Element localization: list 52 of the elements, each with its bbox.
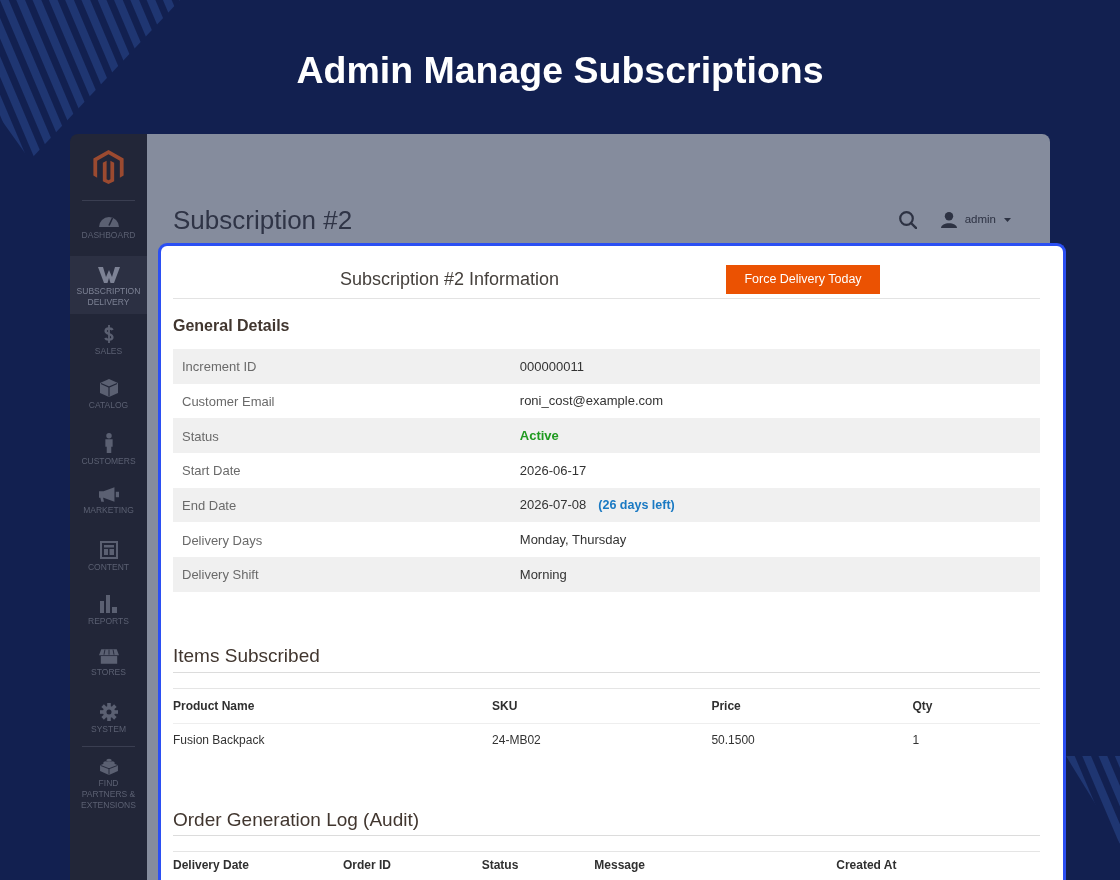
field-label: Status: [182, 428, 219, 444]
column-header: Product Name: [173, 698, 255, 713]
banner-title: Admin Manage Subscriptions: [296, 49, 824, 91]
person-icon: [103, 433, 114, 453]
field-value: 2026-06-17: [519, 461, 587, 480]
column-header: Delivery Date: [173, 858, 250, 873]
sidebar-item[interactable]: MARKETING: [70, 476, 147, 530]
column-header: Created At: [836, 858, 897, 873]
search-icon[interactable]: [898, 211, 917, 229]
item-value: 50.1500: [711, 733, 755, 748]
field-value: 2026-07-08: [519, 496, 587, 515]
user-icon: [940, 212, 957, 228]
field-value: Monday, Thursday: [519, 531, 627, 550]
item-value: 1: [912, 733, 920, 748]
dollar-icon: [102, 325, 115, 343]
field-label: Customer Email: [182, 394, 275, 410]
item-value: Fusion Backpack: [173, 733, 265, 748]
column-header: SKU: [492, 698, 518, 713]
force-delivery-button[interactable]: Force Delivery Today: [726, 265, 880, 294]
page-title: Subscription #2: [173, 204, 353, 236]
settings-icon: [99, 703, 118, 721]
storefront-icon: [98, 649, 119, 664]
sidebar-item[interactable]: SUBSCRIPTION DELIVERY: [70, 256, 147, 314]
user-menu[interactable]: admin: [940, 211, 1011, 229]
column-header: Message: [594, 858, 646, 873]
field-label: Increment ID: [182, 359, 257, 375]
field-value: Morning: [519, 565, 567, 584]
column-header: Status: [481, 858, 519, 873]
field-value: 000000011: [519, 357, 584, 376]
brick-icon: [99, 758, 118, 775]
column-header: Price: [711, 698, 741, 713]
field-label: Delivery Shift: [182, 567, 259, 583]
field-value: roni_cost@example.com: [519, 392, 664, 411]
field-label: End Date: [182, 498, 237, 514]
item-value: 24-MB02: [492, 733, 541, 748]
logo-icon: [93, 150, 124, 184]
field-label: Delivery Days: [182, 532, 263, 548]
days-left-note: (26 days left): [598, 496, 675, 514]
status-value: Active: [519, 426, 559, 445]
bar-chart-icon: [99, 595, 118, 613]
field-label: Start Date: [182, 463, 241, 479]
column-header: Qty: [912, 698, 933, 713]
caret-icon: [1004, 218, 1011, 222]
section-heading: Order Generation Log (Audit): [173, 809, 420, 831]
box-icon: [99, 379, 118, 397]
section-heading: General Details: [173, 317, 290, 334]
zigzag-logo-icon: [97, 267, 120, 283]
layout-icon: [99, 541, 118, 559]
section-heading: Items Subscribed: [173, 644, 320, 666]
column-header: Order ID: [342, 858, 391, 873]
megaphone-icon: [98, 487, 119, 502]
panel-title: Subscription #2 Information: [339, 268, 560, 289]
